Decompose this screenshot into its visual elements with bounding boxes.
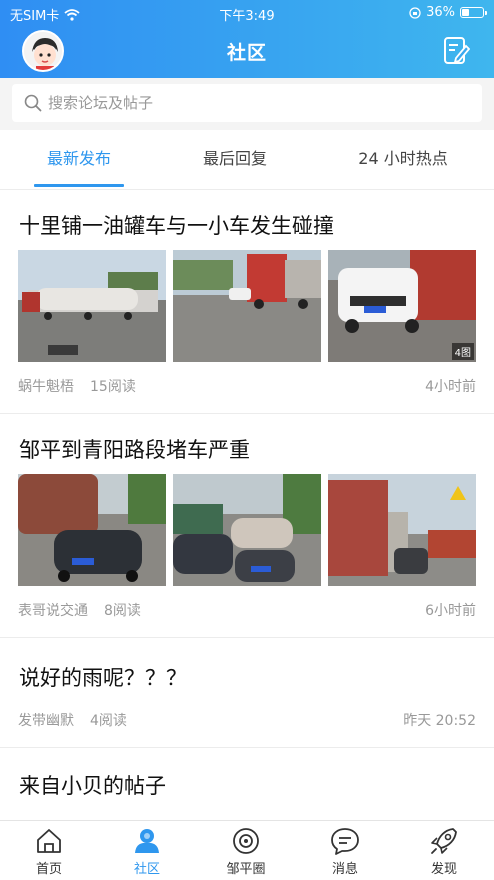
tabbar-label: 发现 [430, 862, 457, 877]
post-time: 昨天 20:52 [403, 713, 476, 729]
tab-last-reply[interactable]: 最后回复 [180, 130, 290, 190]
circle-icon [233, 828, 259, 854]
tab-latest[interactable]: 最新发布 [24, 130, 134, 190]
active-tab-indicator [34, 184, 124, 187]
post-title[interactable]: 邹平到青阳路段堵车严重 [19, 434, 250, 464]
post-author[interactable]: 发带幽默 [18, 713, 74, 729]
post-meta: 发带幽默 4阅读 [18, 710, 127, 730]
post-item[interactable]: 十里铺一油罐车与一小车发生碰撞 4图 蜗牛魁梧 15阅读 4小时前 [0, 190, 494, 414]
post-reads: 8阅读 [104, 603, 141, 619]
tab-bar: 最新发布 最后回复 24 小时热点 [0, 130, 494, 190]
tabbar-label: 消息 [331, 862, 358, 877]
post-item[interactable]: 来自小贝的帖子 [0, 748, 494, 820]
compose-icon[interactable] [442, 36, 470, 66]
message-icon [331, 828, 359, 855]
tabbar-item-discover[interactable]: 发现 [404, 825, 484, 879]
post-item[interactable]: 邹平到青阳路段堵车严重 表哥说交通 8阅读 6小时前 [0, 414, 494, 638]
search-box[interactable] [12, 84, 482, 122]
bottom-tab-bar: 首页 社区 邹平圈 消息 发现 [0, 820, 494, 880]
post-time: 6小时前 [425, 603, 476, 619]
tabbar-label: 邹平圈 [226, 862, 266, 877]
tabbar-label: 社区 [133, 862, 160, 877]
tab-24h-hot[interactable]: 24 小时热点 [340, 130, 466, 190]
post-author[interactable]: 蜗牛魁梧 [18, 379, 74, 395]
page-title: 社区 [226, 42, 267, 64]
rocket-icon [431, 828, 457, 854]
post-title[interactable]: 十里铺一油罐车与一小车发生碰撞 [19, 210, 334, 240]
post-item[interactable]: 说好的雨呢？？？ 发带幽默 4阅读 昨天 20:52 [0, 638, 494, 748]
post-image[interactable] [173, 474, 321, 586]
post-image[interactable] [18, 250, 166, 362]
post-time: 4小时前 [425, 379, 476, 395]
community-icon [135, 829, 159, 853]
rotation-lock-icon [409, 6, 421, 19]
post-meta: 表哥说交通 8阅读 [18, 600, 141, 620]
status-bar: 无SIM卡 下午3:49 36% [0, 0, 494, 26]
post-image[interactable] [173, 250, 321, 362]
battery-icon [460, 7, 487, 18]
battery-percent: 36% [426, 5, 455, 20]
image-count-badge: 4图 [451, 343, 474, 360]
search-icon [24, 94, 42, 112]
search-bar [0, 78, 494, 130]
post-meta: 蜗牛魁梧 15阅读 [18, 376, 136, 396]
post-image[interactable] [18, 474, 166, 586]
tabbar-item-home[interactable]: 首页 [9, 825, 89, 879]
tabbar-label: 首页 [35, 862, 62, 877]
post-image[interactable]: 4图 [328, 250, 476, 362]
tabbar-item-zouping-circle[interactable]: 邹平圈 [206, 825, 286, 879]
tabbar-item-community[interactable]: 社区 [107, 825, 187, 879]
home-icon [37, 829, 61, 853]
app-header: 无SIM卡 下午3:49 36% 社区 [0, 0, 494, 78]
search-input[interactable] [48, 94, 482, 112]
post-feed: 十里铺一油罐车与一小车发生碰撞 4图 蜗牛魁梧 15阅读 4小时前 邹平到青阳路… [0, 190, 494, 820]
post-reads: 4阅读 [90, 713, 127, 729]
post-title[interactable]: 说好的雨呢？？？ [19, 662, 187, 692]
post-reads: 15阅读 [90, 379, 136, 395]
tabbar-item-messages[interactable]: 消息 [305, 825, 385, 879]
post-title[interactable]: 来自小贝的帖子 [19, 770, 166, 800]
post-author[interactable]: 表哥说交通 [18, 603, 88, 619]
post-image[interactable] [328, 474, 476, 586]
